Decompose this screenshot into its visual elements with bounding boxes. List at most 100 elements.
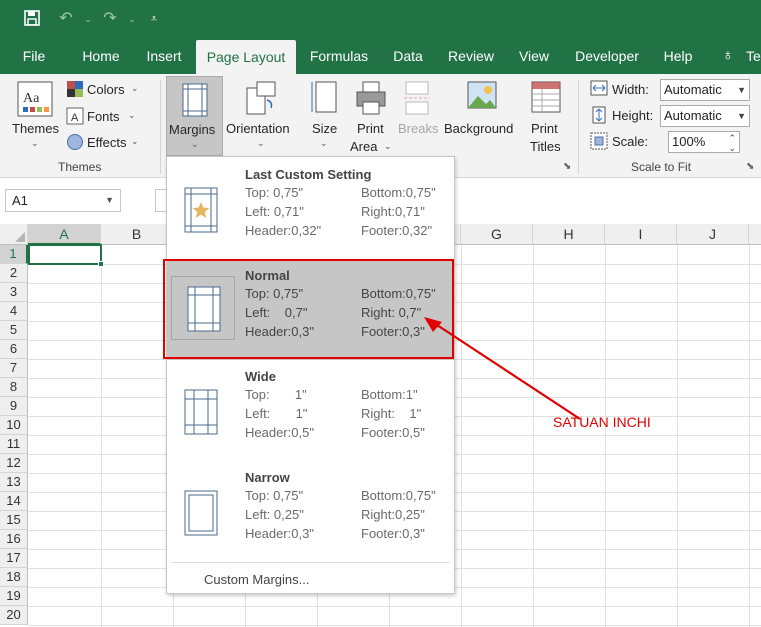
option-right: Right:0,25"	[361, 507, 425, 522]
save-icon[interactable]	[22, 9, 42, 29]
print-area-label-2[interactable]: Area	[350, 139, 377, 154]
fonts-button[interactable]: Fonts	[87, 109, 120, 124]
print-titles-label[interactable]: Print	[531, 121, 558, 136]
select-all-corner[interactable]	[0, 224, 28, 245]
row-header[interactable]: 18	[0, 568, 28, 587]
tab-developer[interactable]: Developer	[566, 38, 648, 74]
tab-insert[interactable]: Insert	[138, 38, 190, 74]
group-divider	[578, 80, 579, 174]
row-header[interactable]: 19	[0, 587, 28, 606]
height-select[interactable]: Automatic ▼	[660, 105, 750, 127]
last-custom-margins-icon	[184, 187, 218, 233]
option-left: Left: 0,25"	[245, 507, 304, 522]
tab-home[interactable]: Home	[72, 38, 130, 74]
scale-down-icon[interactable]: ⌄	[728, 138, 736, 158]
undo-icon[interactable]: ↶	[56, 9, 76, 29]
margins-button[interactable]: Margins ⌄	[166, 76, 223, 156]
row-header[interactable]: 1	[0, 245, 28, 264]
themes-button[interactable]: Themes	[12, 121, 59, 136]
width-select[interactable]: Automatic ▼	[660, 79, 750, 101]
tab-help[interactable]: Help	[656, 38, 700, 74]
column-header[interactable]: B	[101, 224, 173, 245]
row-header[interactable]: 3	[0, 283, 28, 302]
themes-icon[interactable]: Aa	[16, 80, 54, 121]
row-header[interactable]: 11	[0, 435, 28, 454]
print-area-label[interactable]: Print	[357, 121, 384, 136]
column-header[interactable]: A	[28, 224, 101, 245]
page-setup-launcher-icon[interactable]: ⬊	[563, 161, 571, 172]
redo-icon[interactable]: ↷	[100, 9, 120, 29]
margin-option-narrow[interactable]: Narrow Top: 0,75" Bottom:0,75" Left: 0,2…	[167, 462, 454, 562]
custom-margins-item[interactable]: Custom Margins...	[204, 572, 309, 587]
effects-icon	[66, 133, 84, 154]
margins-label: Margins	[169, 122, 216, 137]
effects-button[interactable]: Effects	[87, 135, 127, 150]
breaks-button: Breaks	[398, 121, 439, 136]
breaks-icon	[402, 80, 432, 119]
option-top: Top: 0,75"	[245, 488, 304, 503]
tab-file[interactable]: File	[12, 38, 56, 74]
height-dropdown-icon: ▼	[737, 111, 746, 121]
column-header[interactable]: J	[677, 224, 749, 245]
margin-option-wide[interactable]: Wide Top: 1" Bottom:1" Left: 1" Right: 1…	[167, 361, 454, 461]
scale-value: 100%	[672, 134, 706, 149]
row-header[interactable]: 2	[0, 264, 28, 283]
name-box[interactable]: A1 ▼	[5, 189, 121, 212]
row-header[interactable]: 9	[0, 397, 28, 416]
width-value: Automatic	[664, 82, 722, 97]
row-header[interactable]: 6	[0, 340, 28, 359]
column-header[interactable]: I	[605, 224, 677, 245]
colors-icon	[66, 80, 84, 101]
themes-dropdown-icon: ⌄	[31, 138, 39, 148]
margin-option-last-custom[interactable]: Last Custom Setting Top: 0,75" Bottom:0,…	[167, 159, 454, 259]
row-header[interactable]: 5	[0, 321, 28, 340]
tab-tell-me[interactable]: Te	[746, 38, 761, 74]
row-header[interactable]: 14	[0, 492, 28, 511]
row-header[interactable]: 8	[0, 378, 28, 397]
colors-button[interactable]: Colors	[87, 82, 125, 97]
row-header[interactable]: 15	[0, 511, 28, 530]
row-header[interactable]: 4	[0, 302, 28, 321]
background-button[interactable]: Background	[444, 121, 513, 136]
tab-formulas[interactable]: Formulas	[302, 38, 376, 74]
option-footer: Footer:0,5"	[361, 425, 425, 440]
undo-dropdown-icon[interactable]: ⌄	[78, 9, 98, 29]
redo-dropdown-icon[interactable]: ⌄	[122, 9, 142, 29]
row-header[interactable]: 16	[0, 530, 28, 549]
tab-view[interactable]: View	[512, 38, 556, 74]
row-header[interactable]: 10	[0, 416, 28, 435]
height-value: Automatic	[664, 108, 722, 123]
scale-label: Scale:	[612, 134, 649, 149]
column-header[interactable]: H	[533, 224, 605, 245]
option-bottom: Bottom:1"	[361, 387, 418, 402]
lightbulb-icon[interactable]: ♁	[718, 38, 738, 74]
option-header: Header:0,32"	[245, 223, 322, 238]
column-header[interactable]	[749, 224, 761, 245]
fill-handle[interactable]	[98, 261, 104, 267]
tab-data[interactable]: Data	[386, 38, 430, 74]
orientation-button[interactable]: Orientation	[226, 121, 290, 136]
tab-review[interactable]: Review	[440, 38, 502, 74]
option-left: Left: 0,71"	[245, 204, 304, 219]
splitter-dots[interactable]	[128, 188, 130, 212]
print-area-dropdown-icon: ⌄	[384, 141, 392, 151]
row-header[interactable]: 17	[0, 549, 28, 568]
option-bottom: Bottom:0,75"	[361, 185, 436, 200]
name-box-dropdown-icon[interactable]: ▼	[105, 190, 114, 211]
customize-qat-icon[interactable]: ⩡	[144, 9, 164, 29]
height-label: Height:	[612, 108, 654, 123]
option-title: Last Custom Setting	[245, 167, 372, 182]
print-titles-label-2[interactable]: Titles	[530, 139, 561, 154]
option-left: Left: 1"	[245, 406, 308, 421]
row-header[interactable]: 13	[0, 473, 28, 492]
scale-spinner[interactable]: 100% ⌃ ⌄	[668, 131, 740, 153]
row-header[interactable]: 20	[0, 606, 28, 625]
row-header[interactable]: 7	[0, 359, 28, 378]
row-header[interactable]: 12	[0, 454, 28, 473]
tab-page-layout[interactable]: Page Layout	[196, 40, 296, 74]
column-header[interactable]: G	[461, 224, 533, 245]
active-cell-a1[interactable]	[28, 244, 104, 267]
scale-launcher-icon[interactable]: ⬊	[746, 161, 754, 172]
narrow-margins-icon	[184, 490, 218, 536]
size-button[interactable]: Size	[312, 121, 337, 136]
